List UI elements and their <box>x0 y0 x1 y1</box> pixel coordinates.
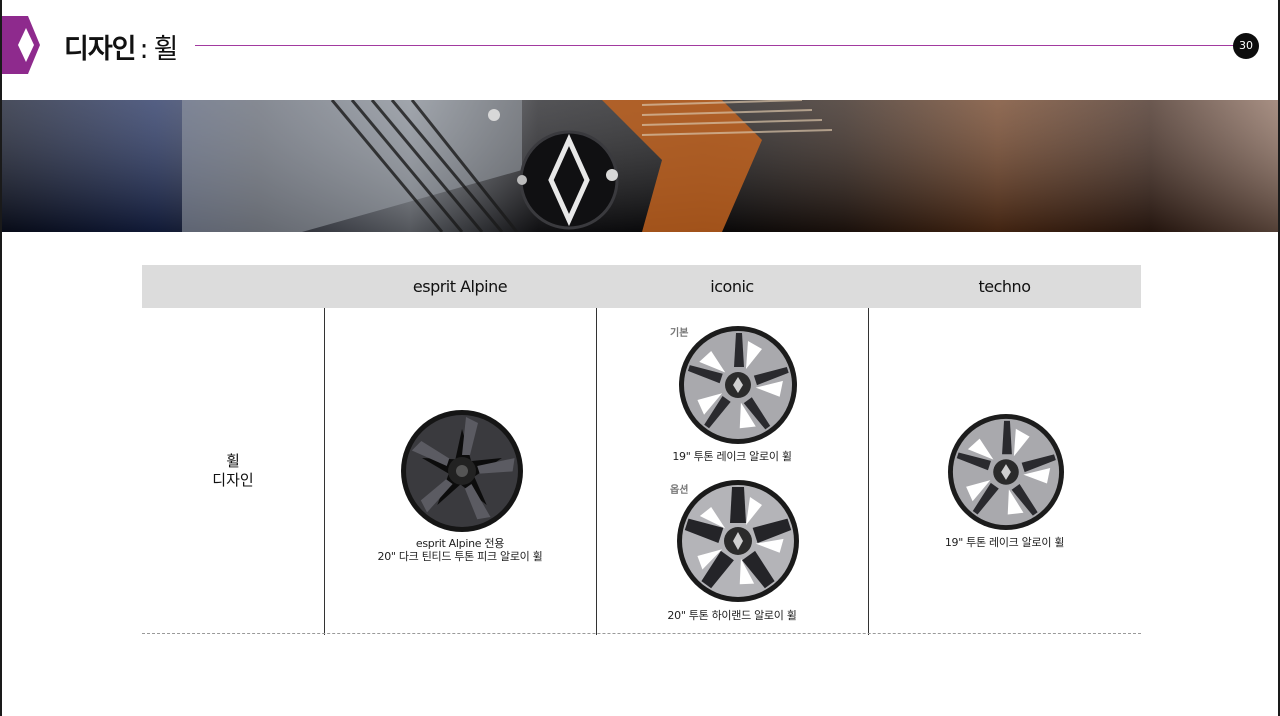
brand-diamond-tab <box>2 16 40 74</box>
title-main: 디자인 <box>64 34 137 65</box>
title-separator: : <box>139 34 149 65</box>
iconic-20-option-wheel-image <box>677 480 799 602</box>
iconic-option-wheel-caption: 20" 투톤 하이랜드 알로이 휠 <box>667 609 797 622</box>
techno-19-wheel-image <box>947 413 1065 531</box>
caption-line: esprit Alpine 전용 <box>415 537 505 550</box>
column-divider <box>596 308 597 635</box>
caption-line: 20" 다크 틴티드 투톤 피크 알로이 휠 <box>377 550 543 563</box>
iconic-standard-wheel-caption: 19" 투톤 레이크 알로이 휠 <box>672 450 792 463</box>
page-title: 디자인: 휠 <box>64 27 179 66</box>
table-bottom-rule <box>142 633 1141 634</box>
column-divider <box>868 308 869 635</box>
column-header-iconic: iconic <box>710 277 754 296</box>
iconic-19-standard-wheel-image <box>679 326 797 444</box>
header-rule <box>195 45 1235 46</box>
row-label-line: 디자인 <box>212 471 254 489</box>
hero-wheel-closeup-image <box>2 100 1278 232</box>
techno-wheel-caption: 19" 투톤 레이크 알로이 휠 <box>944 536 1065 549</box>
column-header-techno: techno <box>978 277 1031 296</box>
esprit-alpine-20-wheel-image <box>401 410 523 532</box>
row-label-wheel-design: 휠 디자인 <box>142 452 324 490</box>
row-label-line: 휠 <box>226 452 240 470</box>
title-sub: 휠 <box>153 34 179 65</box>
esprit-alpine-wheel-caption: esprit Alpine 전용 20" 다크 틴티드 투톤 피크 알로이 휠 <box>324 537 596 563</box>
column-divider <box>324 308 325 635</box>
wheel-spec-table: esprit Alpine iconic techno 휠 디자인 esprit <box>142 265 1141 635</box>
column-header-esprit-alpine: esprit Alpine <box>412 277 508 296</box>
page-number-badge: 30 <box>1233 33 1259 59</box>
